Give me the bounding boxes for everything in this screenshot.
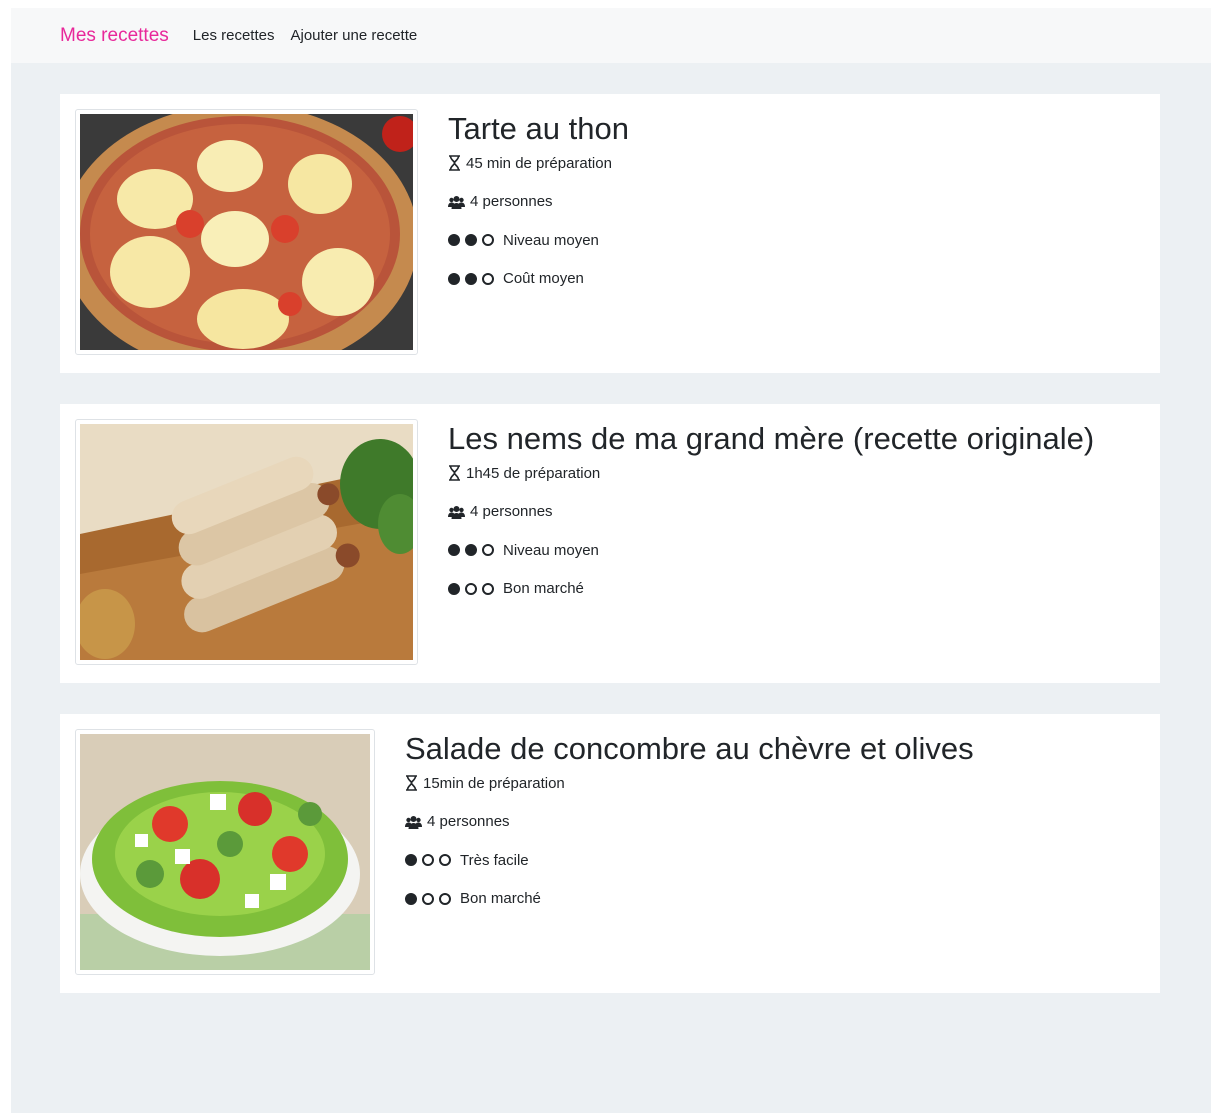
recipe-level-text: Niveau moyen	[503, 541, 599, 559]
rating-dot-filled	[465, 234, 477, 246]
rating-dot-filled	[448, 544, 460, 556]
hourglass-icon	[405, 775, 418, 791]
rating-dot-empty	[482, 272, 494, 285]
recipe-people-text: 4 personnes	[427, 813, 510, 830]
tart-image	[80, 114, 413, 350]
recipe-card[interactable]: Tarte au thon 45 min de préparation 4 pe…	[60, 94, 1160, 373]
rating-dot-empty	[482, 234, 494, 246]
recipe-people-text: 4 personnes	[470, 193, 553, 210]
hourglass-icon	[448, 155, 461, 171]
rating-dot-filled	[405, 892, 417, 905]
recipe-image[interactable]	[75, 729, 375, 975]
recipe-body: Salade de concombre au chèvre et olives …	[405, 729, 974, 978]
rating-dot-filled	[448, 272, 460, 285]
recipe-level: Niveau moyen	[448, 540, 1094, 560]
rating-dot-empty	[465, 582, 477, 595]
recipe-people: 4 personnes	[405, 812, 974, 832]
nems-image	[80, 424, 413, 660]
recipe-card[interactable]: Les nems de ma grand mère (recette origi…	[60, 404, 1160, 683]
recipe-list: Tarte au thon 45 min de préparation 4 pe…	[60, 94, 1160, 1024]
recipe-title[interactable]: Les nems de ma grand mère (recette origi…	[448, 421, 1094, 457]
rating-dot-filled	[405, 854, 417, 866]
recipe-level: Très facile	[405, 850, 974, 870]
recipe-time-text: 1h45 de préparation	[466, 464, 601, 482]
recipe-people-text: 4 personnes	[470, 503, 553, 520]
rating-dot-empty	[422, 892, 434, 905]
rating-dot-filled	[465, 544, 477, 556]
nav-link-recettes[interactable]: Les recettes	[193, 27, 275, 44]
recipe-time-text: 15min de préparation	[423, 774, 565, 792]
users-icon	[448, 195, 465, 209]
recipe-time: 45 min de préparation	[448, 153, 629, 173]
level-rating	[448, 234, 499, 246]
recipe-title[interactable]: Salade de concombre au chèvre et olives	[405, 731, 974, 767]
rating-dot-empty	[439, 892, 451, 905]
recipe-level-text: Très facile	[460, 851, 529, 869]
rating-dot-empty	[482, 544, 494, 556]
rating-dot-empty	[482, 582, 494, 595]
nav-link-ajouter[interactable]: Ajouter une recette	[290, 27, 417, 44]
recipe-cost: Bon marché	[405, 889, 974, 909]
users-icon	[405, 815, 422, 829]
rating-dot-empty	[422, 854, 434, 866]
cost-rating	[448, 582, 499, 595]
recipe-card[interactable]: Salade de concombre au chèvre et olives …	[60, 714, 1160, 993]
recipe-body: Les nems de ma grand mère (recette origi…	[448, 419, 1094, 668]
rating-dot-filled	[465, 272, 477, 285]
rating-dot-filled	[448, 234, 460, 246]
recipe-time: 15min de préparation	[405, 773, 974, 793]
hourglass-icon	[448, 465, 461, 481]
cost-rating	[405, 892, 456, 905]
recipe-image[interactable]	[75, 109, 418, 355]
recipe-cost-text: Bon marché	[503, 580, 584, 597]
recipe-time: 1h45 de préparation	[448, 463, 1094, 483]
recipe-body: Tarte au thon 45 min de préparation 4 pe…	[448, 109, 629, 358]
rating-dot-empty	[439, 854, 451, 866]
recipe-level-text: Niveau moyen	[503, 231, 599, 249]
recipe-title[interactable]: Tarte au thon	[448, 111, 629, 147]
salad-image	[80, 734, 370, 970]
brand-link[interactable]: Mes recettes	[60, 25, 169, 47]
recipe-cost-text: Coût moyen	[503, 270, 584, 287]
recipe-time-text: 45 min de préparation	[466, 154, 612, 172]
navbar: Mes recettes Les recettes Ajouter une re…	[11, 8, 1211, 63]
recipe-cost: Bon marché	[448, 579, 1094, 599]
rating-dot-filled	[448, 582, 460, 595]
recipe-cost: Coût moyen	[448, 269, 629, 289]
recipe-cost-text: Bon marché	[460, 890, 541, 907]
cost-rating	[448, 272, 499, 285]
level-rating	[448, 544, 499, 556]
recipe-people: 4 personnes	[448, 502, 1094, 522]
level-rating	[405, 854, 456, 866]
users-icon	[448, 505, 465, 519]
app-root: Mes recettes Les recettes Ajouter une re…	[11, 8, 1211, 1113]
recipe-level: Niveau moyen	[448, 230, 629, 250]
recipe-people: 4 personnes	[448, 192, 629, 212]
recipe-image[interactable]	[75, 419, 418, 665]
